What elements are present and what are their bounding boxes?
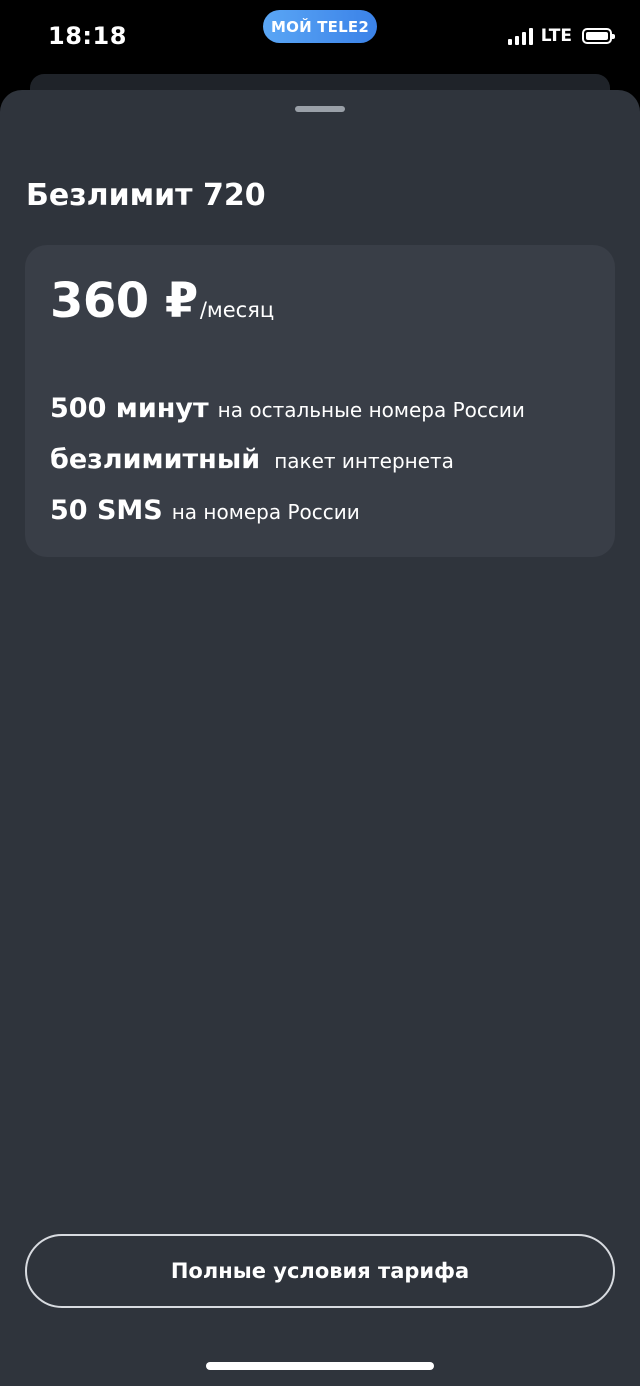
tariff-card: 360 ₽ /месяц 500 минут на остальные номе… <box>25 245 615 557</box>
status-indicators: LTE <box>507 26 615 46</box>
feature-sub: пакет интернета <box>274 449 454 473</box>
tariff-sheet: Безлимит 720 360 ₽ /месяц 500 минут на о… <box>0 90 640 1386</box>
feature-internet: безлимитный пакет интернета <box>50 444 525 495</box>
status-time: 18:18 <box>48 22 127 50</box>
feature-list: 500 минут на остальные номера России без… <box>50 393 525 546</box>
price-value: 360 ₽ <box>50 273 198 329</box>
feature-main: 500 минут <box>50 393 209 424</box>
tariff-title: Безлимит 720 <box>26 178 266 213</box>
signal-icon <box>507 27 533 45</box>
price-row: 360 ₽ /месяц <box>50 273 274 329</box>
feature-sms: 50 SMS на номера России <box>50 495 525 546</box>
network-type-label: LTE <box>540 26 572 46</box>
sheet-grabber[interactable] <box>295 106 345 112</box>
full-terms-button[interactable]: Полные условия тарифа <box>25 1234 615 1308</box>
app-return-pill[interactable]: МОЙ TELE2 <box>263 10 377 43</box>
screen: 18:18 МОЙ TELE2 LTE Безлимит 720 360 ₽ /… <box>0 0 640 1386</box>
feature-sub: на остальные номера России <box>217 398 525 422</box>
status-bar: 18:18 МОЙ TELE2 LTE <box>0 0 640 76</box>
feature-minutes: 500 минут на остальные номера России <box>50 393 525 444</box>
price-unit: /месяц <box>199 298 275 322</box>
feature-main: 50 SMS <box>50 495 163 526</box>
home-indicator[interactable] <box>206 1362 434 1370</box>
feature-main: безлимитный <box>50 444 261 475</box>
feature-sub: на номера России <box>171 500 360 524</box>
battery-icon <box>582 28 615 44</box>
